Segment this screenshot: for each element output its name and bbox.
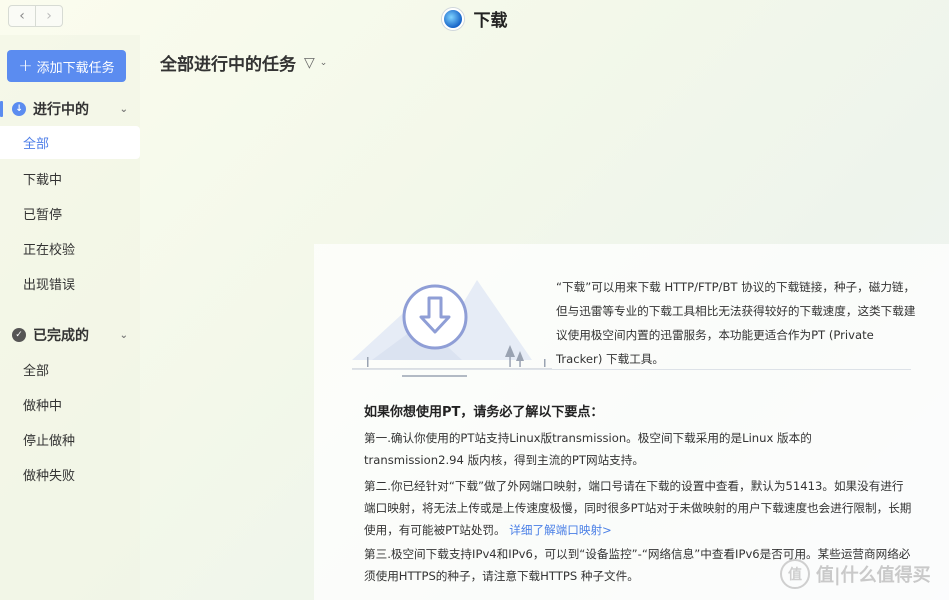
filter-icon[interactable]: ▽ <box>304 55 315 71</box>
chevron-down-icon[interactable]: ⌄ <box>120 104 128 115</box>
add-download-task-label: 添加下载任务 <box>36 60 115 76</box>
group-in-progress-label: 进行中的 <box>33 102 89 118</box>
sidebar-item-seeding-failed[interactable]: 做种失败 <box>0 458 140 491</box>
page-header: 全部进行中的任务 ▽ ⌄ <box>160 50 328 76</box>
sidebar-item-seeding[interactable]: 做种中 <box>0 388 140 421</box>
check-circle-icon: ✓ <box>12 328 26 342</box>
divider <box>352 369 911 370</box>
window-title: 下载 <box>0 6 949 31</box>
group-completed[interactable]: ✓ 已完成的 ⌄ <box>0 323 140 347</box>
sidebar: + 添加下载任务 ↓ 进行中的 ⌄ 全部 下载中 已暂停 正在校验 出现错误 ✓… <box>0 35 140 600</box>
add-download-task-button[interactable]: + 添加下载任务 <box>7 50 126 82</box>
sidebar-item-paused[interactable]: 已暂停 <box>0 197 140 230</box>
tip-2: 第二.你已经针对“下载”做了外网端口映射，端口号请在下载的设置中查看，默认为51… <box>364 475 912 541</box>
intro-text: “下载”可以用来下载 HTTP/FTP/BT 协议的下载链接，种子，磁力链，但与… <box>556 280 916 366</box>
watermark: 值 值|什么值得买 <box>780 559 931 589</box>
plus-icon: + <box>18 55 33 76</box>
sidebar-item-downloading[interactable]: 下载中 <box>0 162 140 195</box>
chevron-down-icon[interactable]: ⌄ <box>120 330 128 341</box>
sidebar-item-in-progress-all[interactable]: 全部 <box>0 126 140 159</box>
page-title: 全部进行中的任务 <box>160 55 296 75</box>
sidebar-item-stopped-seeding[interactable]: 停止做种 <box>0 423 140 456</box>
chevron-down-icon[interactable]: ⌄ <box>320 58 328 68</box>
download-arrow-icon: ↓ <box>12 102 26 116</box>
active-group-indicator <box>0 101 3 117</box>
tip-1: 第一.确认你使用的PT站支持Linux版transmission。极空间下载采用… <box>364 431 812 467</box>
title-bar: ‹ › 下载 <box>0 0 949 32</box>
port-mapping-link[interactable]: 详细了解端口映射> <box>509 523 611 537</box>
group-in-progress[interactable]: ↓ 进行中的 ⌄ <box>0 97 140 121</box>
download-app-icon <box>441 7 464 30</box>
tip-2-text: 第二.你已经针对“下载”做了外网端口映射，端口号请在下载的设置中查看，默认为51… <box>364 479 912 537</box>
tips-title: 如果你想使用PT，请务必了解以下要点： <box>364 405 604 420</box>
window-title-text: 下载 <box>473 11 508 31</box>
sidebar-item-verifying[interactable]: 正在校验 <box>0 232 140 265</box>
watermark-logo: 值 <box>780 559 810 589</box>
download-illustration <box>352 280 552 377</box>
watermark-text: 值|什么值得买 <box>816 565 931 586</box>
sidebar-item-completed-all[interactable]: 全部 <box>0 353 140 386</box>
sidebar-item-error[interactable]: 出现错误 <box>0 267 140 300</box>
group-completed-label: 已完成的 <box>33 328 89 344</box>
